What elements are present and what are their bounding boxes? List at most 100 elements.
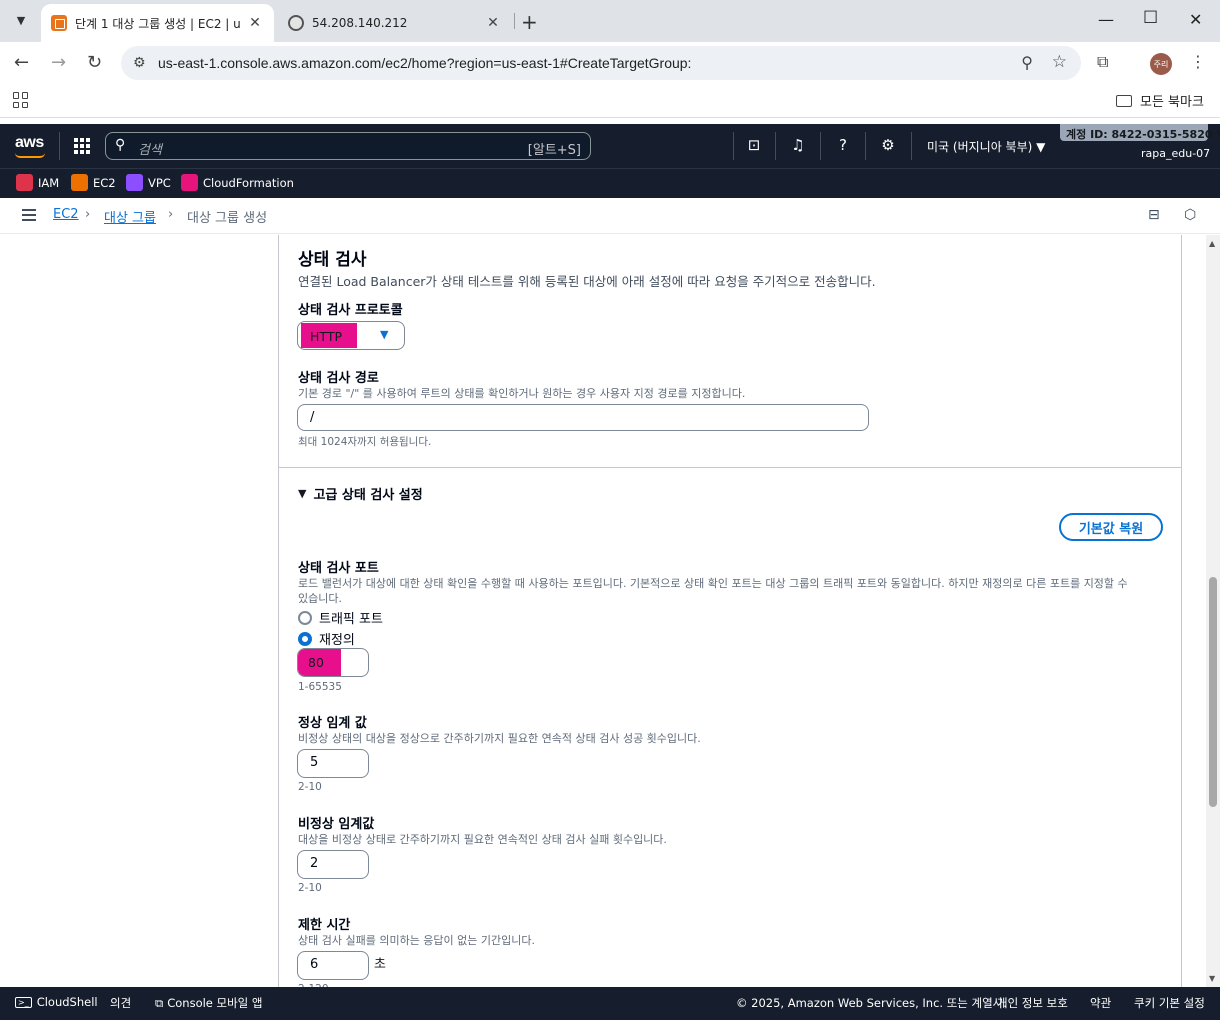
nav-divider	[911, 132, 912, 160]
aws-logo[interactable]: aws	[15, 134, 45, 158]
tab-title: 단계 1 대상 그룹 생성 | EC2 | u	[75, 16, 241, 31]
window-close-icon[interactable]: ✕	[1189, 10, 1202, 29]
nav-divider	[59, 132, 60, 160]
notifications-panel-icon[interactable]: ⊟	[1148, 207, 1160, 223]
footer-copyright: © 2025, Amazon Web Services, Inc. 또는 계열사…	[736, 996, 1007, 1010]
caret-down-icon: ▼	[380, 328, 389, 341]
breadcrumb-current: 대상 그룹 생성	[187, 211, 268, 226]
path-description: 기본 경로 "/" 를 사용하여 루트의 상태를 확인하거나 원하는 경우 사용…	[298, 387, 746, 400]
close-tab-icon[interactable]: ✕	[246, 15, 264, 31]
cloudshell-icon[interactable]: ⊡	[744, 136, 764, 154]
radio-override-label[interactable]: 재정의	[319, 629, 355, 648]
settings-gear-icon[interactable]: ⚙	[878, 136, 898, 154]
tab-ip[interactable]: 54.208.140.212 ✕	[278, 4, 512, 42]
timeout-input[interactable]: 6	[297, 951, 369, 980]
close-tab-icon[interactable]: ✕	[484, 15, 502, 31]
account-username[interactable]: rapa_edu-07	[1141, 147, 1210, 160]
aws-smile-icon	[15, 153, 45, 158]
advanced-settings-toggle[interactable]: ▼ 고급 상태 검사 설정	[298, 484, 423, 503]
breadcrumb: EC2 › 대상 그룹 › 대상 그룹 생성 ⊟ ⬡	[0, 198, 1220, 234]
health-check-container: 상태 검사 연결된 Load Balancer가 상태 테스트를 위해 등록된 …	[278, 235, 1182, 987]
region-selector[interactable]: 미국 (버지니아 북부) ▼	[927, 138, 1045, 155]
timeout-label: 제한 시간	[298, 918, 351, 933]
tab-search-chevron-icon[interactable]: ▼	[9, 8, 33, 32]
ec2-favicon-icon	[51, 15, 67, 31]
port-hint: 1-65535	[298, 681, 342, 693]
tab-separator	[514, 13, 515, 29]
port-description-cont: 있습니다.	[298, 592, 342, 605]
info-panel-icon[interactable]: ⬡	[1184, 207, 1196, 223]
breadcrumb-target-groups[interactable]: 대상 그룹	[104, 207, 156, 226]
favorite-ec2[interactable]: EC2	[71, 174, 116, 191]
extensions-icon[interactable]: ⧉	[1097, 52, 1108, 72]
reset-defaults-button[interactable]: 기본값 복원	[1059, 513, 1163, 541]
aws-logo-text: aws	[15, 134, 44, 151]
radio-traffic-port-label[interactable]: 트래픽 포트	[319, 608, 383, 627]
notifications-bell-icon[interactable]: ♫	[788, 136, 808, 154]
browser-toolbar: ← → ↻ ⚙ us-east-1.console.aws.amazon.com…	[0, 42, 1220, 84]
footer-feedback[interactable]: 의견	[110, 995, 131, 1011]
tab-title: 54.208.140.212	[312, 16, 408, 30]
zoom-icon[interactable]: ⚲	[1021, 53, 1033, 72]
site-info-icon[interactable]: ⚙	[133, 55, 146, 71]
scroll-up-icon[interactable]: ▲	[1209, 239, 1215, 248]
folder-icon	[1116, 94, 1132, 107]
favorite-label: EC2	[93, 175, 116, 190]
port-label: 상태 검사 포트	[298, 561, 379, 576]
search-shortcut: [알트+S]	[527, 143, 581, 158]
profile-avatar[interactable]: 주리	[1150, 53, 1172, 75]
breadcrumb-ec2[interactable]: EC2	[53, 207, 79, 222]
favorite-cloudformation[interactable]: CloudFormation	[181, 174, 294, 191]
health-check-path-input[interactable]: /	[297, 404, 869, 431]
footer-privacy[interactable]: 개인 정보 보호	[997, 995, 1068, 1011]
healthy-threshold-input[interactable]: 5	[297, 749, 369, 778]
browser-menu-icon[interactable]: ⋮	[1190, 52, 1206, 71]
all-bookmarks-label: 모든 북마크	[1140, 95, 1204, 110]
aws-top-nav: aws ⚲ 검색 [알트+S] ⊡ ♫ ? ⚙ 미국 (버지니아 북부) ▼ 계…	[0, 124, 1220, 168]
footer-cookies[interactable]: 쿠키 기본 설정	[1134, 995, 1205, 1011]
footer-terms[interactable]: 약관	[1090, 995, 1111, 1011]
favorite-vpc[interactable]: VPC	[126, 174, 171, 191]
aws-search-input[interactable]: ⚲ 검색 [알트+S]	[105, 132, 591, 160]
main-content: 상태 검사 연결된 Load Balancer가 상태 테스트를 위해 등록된 …	[0, 235, 1206, 987]
maximize-icon[interactable]: ☐	[1143, 8, 1158, 28]
back-icon[interactable]: ←	[14, 52, 29, 73]
new-tab-icon[interactable]: +	[521, 10, 538, 34]
search-icon: ⚲	[115, 137, 126, 153]
cloudshell-icon: >_	[15, 996, 32, 1008]
globe-favicon-icon	[288, 15, 304, 31]
footer-cloudshell[interactable]: >_ CloudShell	[15, 995, 98, 1009]
radio-override[interactable]	[298, 632, 312, 646]
services-menu-icon[interactable]	[74, 138, 90, 154]
bookmark-star-icon[interactable]: ☆	[1052, 52, 1067, 72]
page-scrollbar[interactable]: ▲ ▼	[1206, 235, 1220, 987]
footer-mobile-app[interactable]: ⧉ Console 모바일 앱	[155, 995, 263, 1011]
forward-icon[interactable]: →	[51, 52, 66, 73]
port-input[interactable]: 80	[297, 648, 369, 677]
breadcrumb-separator-icon: ›	[168, 207, 174, 222]
reload-icon[interactable]: ↻	[87, 52, 102, 73]
minimize-icon[interactable]: —	[1098, 10, 1114, 29]
bookmarks-bar: 모든 북마크	[0, 84, 1220, 118]
tab-ec2[interactable]: 단계 1 대상 그룹 생성 | EC2 | u ✕	[41, 4, 274, 42]
address-bar[interactable]: ⚙ us-east-1.console.aws.amazon.com/ec2/h…	[121, 46, 1081, 80]
radio-traffic-port[interactable]	[298, 611, 312, 625]
scroll-thumb[interactable]	[1209, 577, 1217, 807]
account-menu[interactable]: 계정 ID: 8422-0315-5820 ▼	[1060, 124, 1220, 141]
external-link-icon: ⧉	[155, 995, 164, 1010]
unhealthy-threshold-input[interactable]: 2	[297, 850, 369, 879]
nav-divider	[865, 132, 866, 160]
protocol-select[interactable]: HTTP ▼	[297, 321, 405, 350]
search-placeholder: 검색	[138, 143, 162, 158]
cloudformation-icon	[181, 174, 198, 191]
unhealthy-threshold-label: 비정상 임계값	[298, 817, 375, 832]
footer-cloudshell-label: CloudShell	[36, 995, 98, 1009]
apps-grid-icon[interactable]	[13, 92, 29, 108]
path-label: 상태 검사 경로	[298, 371, 379, 386]
all-bookmarks[interactable]: 모든 북마크	[1116, 91, 1204, 110]
advanced-settings-label: 고급 상태 검사 설정	[313, 488, 423, 503]
favorite-iam[interactable]: IAM	[16, 174, 59, 191]
scroll-down-icon[interactable]: ▼	[1209, 974, 1215, 983]
help-icon[interactable]: ?	[833, 136, 853, 154]
side-nav-menu-icon[interactable]	[22, 209, 36, 221]
